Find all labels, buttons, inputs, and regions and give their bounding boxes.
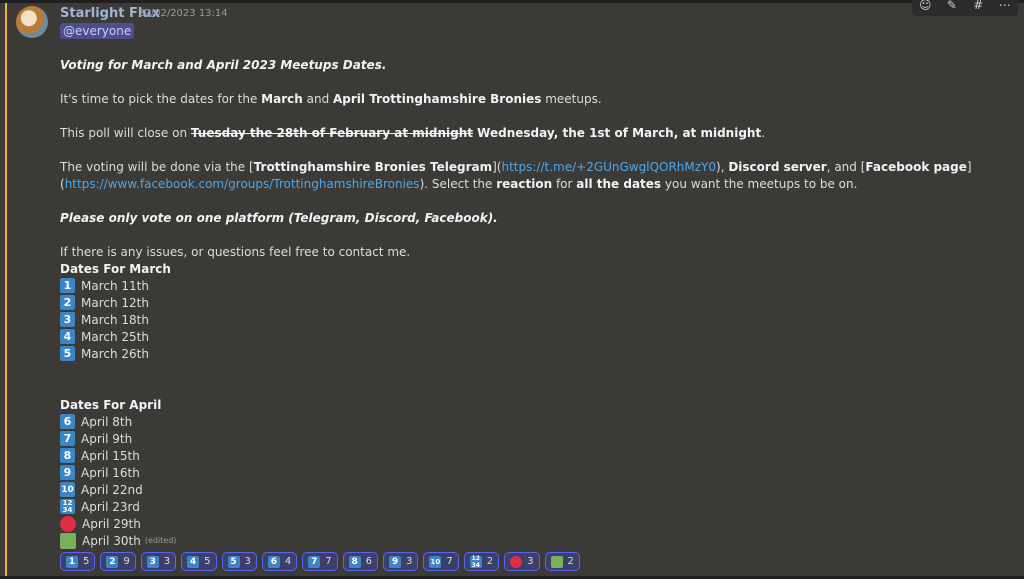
platform-note: Please only vote on one platform (Telegr… xyxy=(60,211,498,225)
message-toolbar: ☺ ✎ # ⋯ xyxy=(912,0,1018,16)
reaction-5[interactable]: 53 xyxy=(221,552,257,571)
reaction-red-circle[interactable]: 3 xyxy=(504,552,540,571)
reaction-3[interactable]: 33 xyxy=(140,552,177,571)
contact-line: If there is any issues, or questions fee… xyxy=(60,245,411,259)
march-heading: Dates For March xyxy=(60,262,171,276)
more-icon[interactable]: ⋯ xyxy=(996,0,1014,12)
keycap-8-icon: 8 xyxy=(348,555,361,568)
april-date-row: 10 April 22nd xyxy=(60,482,143,497)
telegram-link[interactable]: https://t.me/+2GUnGwglQORhMzY0 xyxy=(501,160,716,174)
intro-line: It's time to pick the dates for the Marc… xyxy=(60,92,602,106)
reaction-4[interactable]: 45 xyxy=(181,552,217,571)
add-reaction-icon[interactable]: ☺ xyxy=(916,0,934,12)
april-date-row: 7 April 9th xyxy=(60,430,132,447)
green-square-icon xyxy=(60,532,76,549)
edit-icon[interactable]: ✎ xyxy=(943,0,961,12)
keycap-3-icon: 3 xyxy=(60,312,75,327)
reaction-10[interactable]: 10 7 xyxy=(423,552,459,571)
reaction-2[interactable]: 29 xyxy=(100,552,136,571)
keycap-2-icon: 2 xyxy=(60,295,75,310)
keycap-2-icon: 2 xyxy=(106,555,119,568)
close-line: This poll will close on Tuesday the 28th… xyxy=(60,126,766,140)
reaction-6[interactable]: 64 xyxy=(261,552,298,571)
march-date-row: 3 March 18th xyxy=(60,311,149,328)
message-timestamp: 22/02/2023 13:14 xyxy=(138,8,228,19)
red-circle-icon xyxy=(60,515,76,532)
april-date-row: April 30th (edited) xyxy=(60,532,176,549)
keycap-1-icon: 1 xyxy=(66,555,78,568)
facebook-link[interactable]: https://www.facebook.com/groups/Trotting… xyxy=(65,177,420,191)
message-frame xyxy=(0,0,1024,579)
april-date-row: 8 April 15th xyxy=(60,447,140,464)
avatar[interactable] xyxy=(16,6,48,38)
mention-highlight-bar xyxy=(5,3,7,576)
keycap-9-icon: 9 xyxy=(389,555,401,568)
reaction-7[interactable]: 77 xyxy=(302,552,338,571)
keycap-6-icon: 6 xyxy=(60,414,75,429)
keycap-4-icon: 4 xyxy=(187,555,200,568)
keycap-4-icon: 4 xyxy=(60,329,75,344)
everyone-mention[interactable]: @everyone xyxy=(60,23,135,39)
march-date-row: 2 March 12th xyxy=(60,294,149,311)
red-circle-icon xyxy=(510,555,523,568)
reaction-1[interactable]: 15 xyxy=(60,552,96,571)
keycap-3-icon: 3 xyxy=(146,555,159,568)
keycap-7-icon: 7 xyxy=(308,555,321,568)
input-numbers-icon: 12 34 xyxy=(60,499,75,514)
keycap-10-icon: 10 xyxy=(60,482,75,497)
message-title: Voting for March and April 2023 Meetups … xyxy=(60,58,387,72)
voting-line-1: The voting will be done via the [Trottin… xyxy=(60,160,972,174)
edited-label: (edited) xyxy=(144,536,177,545)
reaction-9[interactable]: 93 xyxy=(383,552,419,571)
voting-line-2: (https://www.facebook.com/groups/Trottin… xyxy=(60,177,858,191)
input-numbers-icon: 12 34 xyxy=(469,554,482,569)
april-date-row: 6 April 8th xyxy=(60,413,132,430)
reaction-8[interactable]: 86 xyxy=(342,552,378,571)
april-date-row: 9 April 16th xyxy=(60,464,140,481)
keycap-9-icon: 9 xyxy=(60,465,75,480)
april-heading: Dates For April xyxy=(60,398,162,412)
keycap-1-icon: 1 xyxy=(60,278,75,293)
keycap-10-icon: 10 xyxy=(429,555,442,568)
keycap-6-icon: 6 xyxy=(267,555,280,568)
reactions-bar: 15 29 33 45 53 64 77 86 93 10 7 12 34 2 3 2 xyxy=(60,552,580,571)
keycap-5-icon: 5 xyxy=(227,555,240,568)
reaction-input-numbers[interactable]: 12 34 2 xyxy=(463,552,500,571)
april-date-row: 12 34 April 23rd xyxy=(60,498,140,515)
keycap-5-icon: 5 xyxy=(60,346,75,361)
march-date-row: 4 March 25th xyxy=(60,328,149,345)
thread-icon[interactable]: # xyxy=(969,0,987,12)
keycap-7-icon: 7 xyxy=(60,431,75,446)
reaction-green-square[interactable]: 2 xyxy=(544,552,580,571)
march-date-row: 5 March 26th xyxy=(60,345,149,362)
march-date-row: 1 March 11th xyxy=(60,277,149,294)
green-square-icon xyxy=(550,555,563,568)
keycap-8-icon: 8 xyxy=(60,448,75,463)
april-date-row: April 29th xyxy=(60,515,141,532)
